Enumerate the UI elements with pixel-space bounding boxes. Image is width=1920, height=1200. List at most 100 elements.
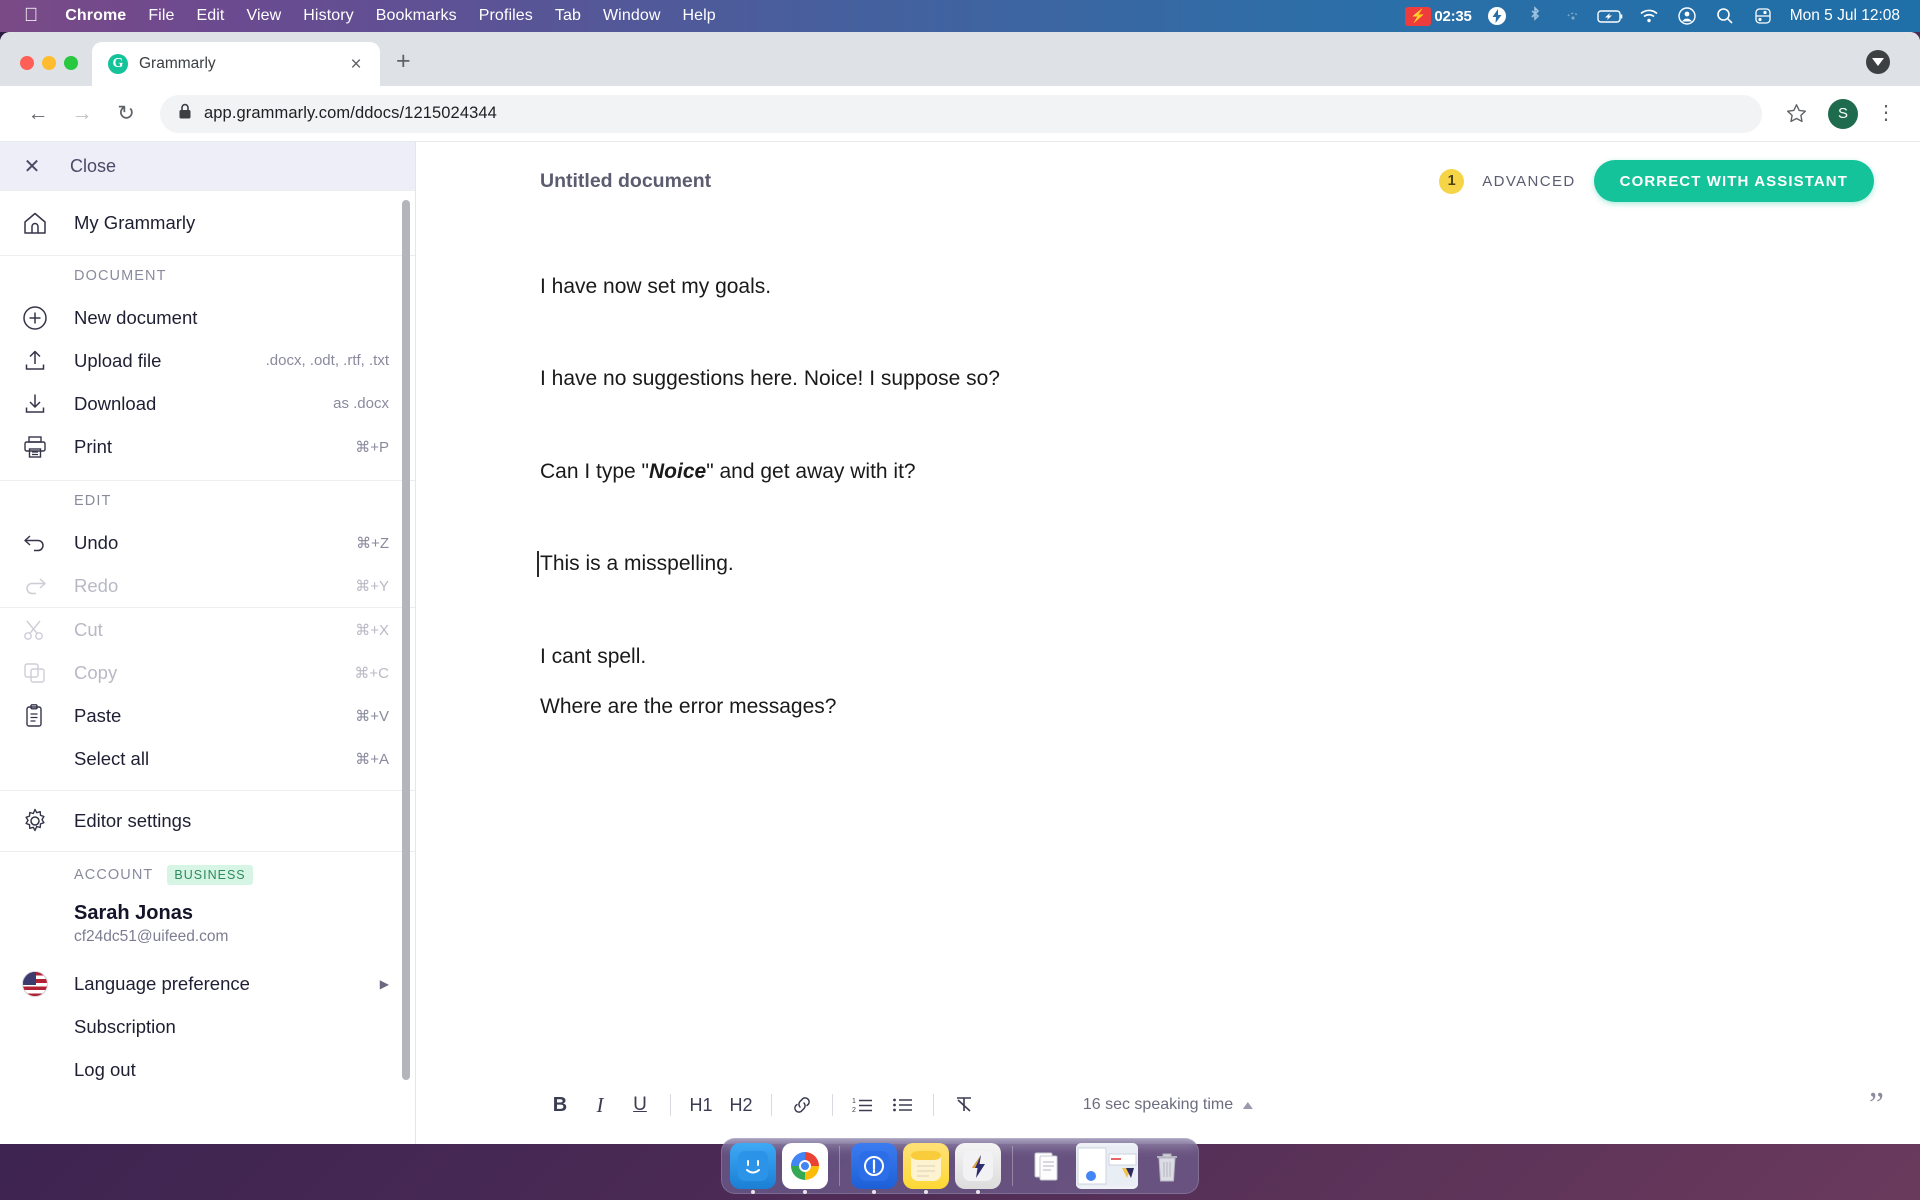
bluetooth-icon[interactable] [1516, 0, 1554, 32]
menubar-item-help[interactable]: Help [671, 7, 726, 25]
document-text-area[interactable]: I have now set my goals. I have no sugge… [416, 220, 1920, 723]
screenshot-thumbnail-icon[interactable] [1076, 1143, 1138, 1189]
sidebar-item-label: My Grammarly [74, 212, 196, 233]
wifi-icon[interactable] [1630, 0, 1668, 32]
back-button[interactable]: ← [18, 94, 58, 134]
emphasized-word: Noice [649, 459, 707, 483]
speaking-time-label: 16 sec speaking time [1082, 1096, 1234, 1113]
sidebar-item-language-preference[interactable]: Language preference ▶ [0, 962, 415, 1005]
sidebar-item-undo[interactable]: Undo ⌘+Z [0, 521, 415, 564]
chrome-icon[interactable] [782, 1143, 828, 1194]
editor-header-actions: 1 ADVANCED CORRECT WITH ASSISTANT [1439, 160, 1874, 202]
close-icon[interactable]: ✕ [22, 154, 42, 179]
three-dot-menu-icon[interactable]: ⋮ [1870, 103, 1902, 123]
apple-logo-icon[interactable]:  [24, 6, 38, 25]
menubar-item-window[interactable]: Window [592, 7, 672, 25]
menubar-item-file[interactable]: File [137, 7, 185, 25]
user-account-icon[interactable] [1668, 0, 1706, 32]
lock-icon [178, 103, 192, 125]
sidebar-item-upload-file[interactable]: Upload file .docx, .odt, .rtf, .txt [0, 339, 415, 382]
document-paragraph[interactable]: I have no suggestions here. Noice! I sup… [540, 364, 1860, 394]
menubar-item-tab[interactable]: Tab [544, 7, 592, 25]
menubar-item-view[interactable]: View [235, 7, 292, 25]
sidebar-item-new-document[interactable]: New document [0, 296, 415, 339]
close-tab-icon[interactable]: × [344, 55, 368, 74]
menubar-item-chrome[interactable]: Chrome [54, 7, 137, 25]
document-paragraph[interactable]: Can I type "Noice" and get away with it? [540, 457, 1860, 487]
minimize-window-button[interactable] [42, 56, 56, 70]
battery-charging-icon[interactable] [1592, 0, 1630, 32]
scissors-icon [22, 618, 74, 642]
bullet-list-icon[interactable] [883, 1085, 923, 1125]
menubar-item-profiles[interactable]: Profiles [468, 7, 544, 25]
underline-button[interactable]: U [620, 1085, 660, 1125]
sidebar-close-label: Close [70, 155, 117, 176]
sidebar-item-select-all[interactable]: Select all ⌘+A [0, 737, 415, 780]
bolt-app-icon[interactable] [955, 1143, 1001, 1194]
italic-button[interactable]: I [580, 1085, 620, 1125]
divider [1012, 1146, 1013, 1186]
sidebar-item-editor-settings[interactable]: Editor settings [0, 791, 415, 851]
correct-with-assistant-button[interactable]: CORRECT WITH ASSISTANT [1593, 160, 1874, 202]
goal-level-label[interactable]: ADVANCED [1482, 173, 1575, 190]
control-center-icon[interactable] [1744, 0, 1782, 32]
notes-icon[interactable] [903, 1143, 949, 1194]
maximize-window-button[interactable] [64, 56, 78, 70]
editor-header: Untitled document 1 ADVANCED CORRECT WIT… [416, 142, 1920, 220]
sidebar-item-label: Select all [74, 747, 150, 769]
svg-text:1: 1 [852, 1098, 856, 1105]
account-section-title: ACCOUNT [74, 867, 154, 883]
trash-icon[interactable] [1144, 1143, 1190, 1189]
account-email: cf24dc51@uifeed.com [74, 928, 229, 945]
sidebar-section-edit: EDIT [74, 493, 112, 509]
finder-icon[interactable] [730, 1143, 776, 1194]
formatting-toolbar: B I U H1 H2 12 16 sec speaking time ” [416, 1066, 1920, 1144]
sidebar-item-log-out[interactable]: Log out [0, 1048, 415, 1091]
1password-icon[interactable] [851, 1143, 897, 1194]
browser-tab-grammarly[interactable]: G Grammarly × [92, 42, 380, 86]
star-icon[interactable] [1776, 94, 1816, 134]
document-paragraph[interactable]: Where are the error messages? [540, 692, 1860, 722]
menubar-item-edit[interactable]: Edit [186, 7, 236, 25]
heading1-button[interactable]: H1 [681, 1085, 721, 1125]
menubar-clock[interactable]: Mon 5 Jul 12:08 [1782, 7, 1900, 25]
sidebar-item-label: Copy [74, 661, 118, 683]
page-title[interactable]: Untitled document [540, 170, 711, 193]
reload-button[interactable]: ↻ [106, 94, 146, 134]
document-paragraph[interactable]: I cant spell. [540, 642, 1860, 672]
sidebar-close-row[interactable]: ✕ Close [0, 142, 415, 190]
profile-avatar[interactable]: S [1828, 98, 1858, 129]
sidebar-item-hint: .docx, .odt, .rtf, .txt [265, 352, 389, 369]
download-indicator-icon[interactable] [1866, 50, 1890, 74]
documents-icon[interactable] [1024, 1143, 1070, 1189]
sidebar-scrollbar[interactable] [402, 200, 410, 1080]
close-window-button[interactable] [20, 56, 34, 70]
sidebar-item-download[interactable]: Download as .docx [0, 382, 415, 425]
document-paragraph[interactable]: I have now set my goals. [540, 272, 1860, 302]
us-flag-icon [22, 970, 74, 997]
sidebar-item-subscription[interactable]: Subscription [0, 1005, 415, 1048]
forward-button[interactable]: → [62, 94, 102, 134]
clear-formatting-icon[interactable] [944, 1085, 984, 1125]
bolt-icon[interactable] [1478, 0, 1516, 32]
speaking-time-indicator[interactable]: 16 sec speaking time [1082, 1096, 1254, 1114]
screen-recording-icon[interactable]: ⚡ 02:35 [1405, 6, 1472, 26]
document-paragraph[interactable]: This is a misspelling. [537, 549, 1860, 579]
menubar-item-history[interactable]: History [292, 7, 364, 25]
menubar-item-bookmarks[interactable]: Bookmarks [365, 7, 468, 25]
heading2-button[interactable]: H2 [721, 1085, 761, 1125]
new-tab-button[interactable]: + [380, 49, 427, 86]
status-badge[interactable]: 1 [1439, 168, 1465, 194]
sidebar-item-print[interactable]: Print ⌘+P [0, 425, 415, 468]
sidebar-item-paste[interactable]: Paste ⌘+V [0, 694, 415, 737]
sidebar-item-my-grammarly[interactable]: My Grammarly [0, 191, 415, 255]
quote-icon[interactable]: ” [1869, 1087, 1884, 1122]
chevron-up-icon [1243, 1101, 1254, 1109]
address-bar[interactable]: app.grammarly.com/ddocs/1215024344 [160, 94, 1762, 133]
numbered-list-icon[interactable]: 12 [843, 1085, 883, 1125]
airdrop-icon[interactable] [1554, 0, 1592, 32]
link-icon[interactable] [782, 1085, 822, 1125]
browser-toolbar: ← → ↻ app.grammarly.com/ddocs/1215024344… [0, 86, 1920, 142]
bold-button[interactable]: B [540, 1085, 580, 1125]
spotlight-search-icon[interactable] [1706, 0, 1744, 32]
